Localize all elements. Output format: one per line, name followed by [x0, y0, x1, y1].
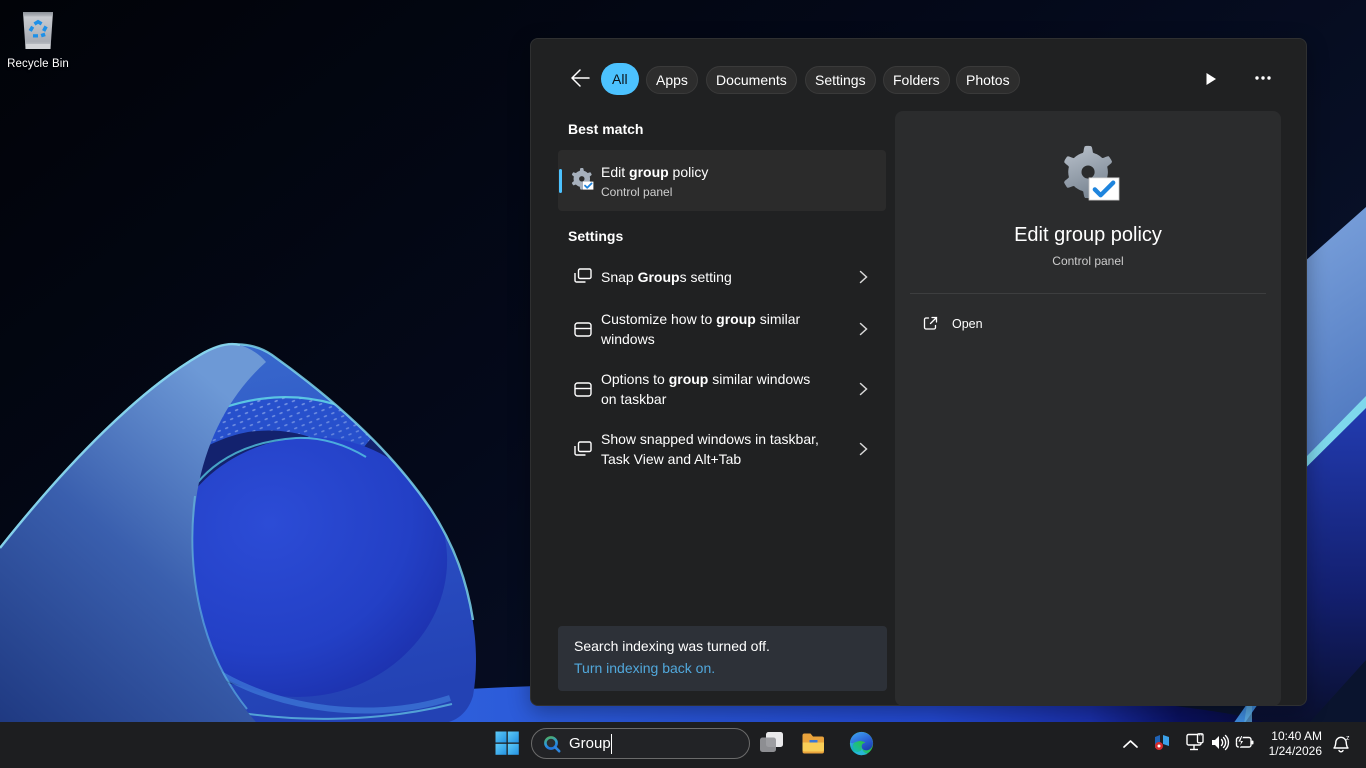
svg-text:z: z [1346, 735, 1350, 742]
